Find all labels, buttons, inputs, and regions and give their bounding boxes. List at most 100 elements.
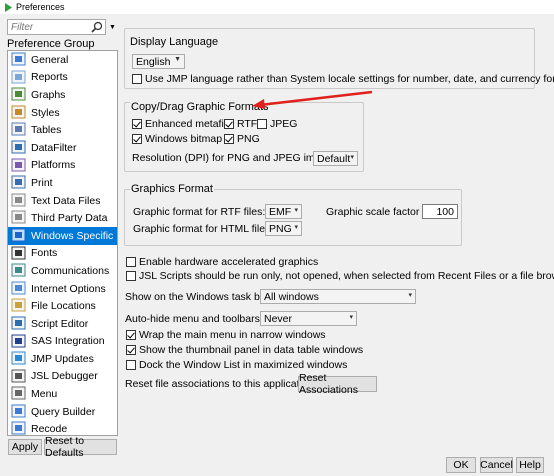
print-icon xyxy=(11,175,26,189)
windows-bitmap-checkbox[interactable] xyxy=(132,134,142,144)
png-label: PNG xyxy=(237,133,260,145)
autohide-select[interactable]: Never ▾ xyxy=(260,311,357,326)
menu-icon xyxy=(11,386,26,400)
sidebar-item-fonts[interactable]: Fonts xyxy=(8,245,117,263)
filter-box[interactable] xyxy=(7,19,106,35)
sidebar-item-label: File Locations xyxy=(31,300,96,313)
thumbnail-panel-checkbox[interactable] xyxy=(126,345,136,355)
dock-window-list-row[interactable]: Dock the Window List in maximized window… xyxy=(126,359,347,371)
rtf-row[interactable]: RTF xyxy=(224,118,257,130)
sidebar-item-graphs[interactable]: Graphs xyxy=(8,86,117,104)
apply-button[interactable]: Apply xyxy=(8,439,42,455)
sidebar-item-label: General xyxy=(31,53,69,66)
sidebar-item-communications[interactable]: Communications xyxy=(8,262,117,280)
resolution-value: Default xyxy=(317,152,351,165)
reset-associations-button[interactable]: Reset Associations xyxy=(298,372,377,396)
graphic-scale-input[interactable]: 100 xyxy=(422,204,458,219)
sidebar-item-file-locations[interactable]: File Locations xyxy=(8,297,117,315)
use-jmp-language-checkbox[interactable] xyxy=(132,74,142,84)
script-editor-icon xyxy=(11,316,26,330)
sidebar-item-label: Print xyxy=(31,176,53,189)
sidebar-item-query-builder[interactable]: Query Builder xyxy=(8,403,117,421)
dock-window-list-checkbox[interactable] xyxy=(126,360,136,370)
sidebar-item-sas-integration[interactable]: SAS Integration xyxy=(8,333,117,351)
sidebar-item-menu[interactable]: Menu xyxy=(8,385,117,403)
chevron-down-icon: ▼ xyxy=(109,23,116,31)
sidebar-item-styles[interactable]: Styles xyxy=(8,104,117,122)
autohide-value: Never xyxy=(264,312,293,325)
rtf-checkbox[interactable] xyxy=(224,119,234,129)
html-format-value: PNG xyxy=(269,222,292,235)
recode-icon xyxy=(11,421,26,435)
filter-input[interactable] xyxy=(8,20,86,34)
jmp-app-icon xyxy=(5,2,12,12)
preference-group-list[interactable]: General Reports Graphs Styles Tables DataFilt… xyxy=(7,50,118,436)
sidebar-item-label: Script Editor xyxy=(31,317,89,330)
taskbar-select[interactable]: All windows ▾ xyxy=(260,289,416,304)
enhanced-metafile-label: Enhanced metafile xyxy=(145,118,232,130)
thumbnail-panel-row[interactable]: Show the thumbnail panel in data table w… xyxy=(126,344,363,356)
rtf-format-select[interactable]: EMF ▾ xyxy=(265,204,302,219)
png-checkbox[interactable] xyxy=(224,134,234,144)
windows-bitmap-row[interactable]: Windows bitmap xyxy=(132,133,222,145)
chevron-down-icon: ▾ xyxy=(349,314,353,321)
taskbar-label: Show on the Windows task bar: xyxy=(125,291,273,303)
png-row[interactable]: PNG xyxy=(224,133,260,145)
sidebar-item-internet-options[interactable]: Internet Options xyxy=(8,280,117,298)
jsl-scripts-label: JSL Scripts should be run only, not open… xyxy=(139,270,554,282)
search-icon[interactable] xyxy=(91,21,103,33)
query-builder-icon xyxy=(11,404,26,418)
ok-button[interactable]: OK xyxy=(446,457,476,473)
sidebar-item-recode[interactable]: Recode xyxy=(8,420,117,435)
resolution-select[interactable]: Default ▾ xyxy=(313,151,358,166)
sidebar-item-general[interactable]: General xyxy=(8,51,117,69)
chevron-down-icon: ▾ xyxy=(294,207,298,214)
enhanced-metafile-checkbox[interactable] xyxy=(132,119,142,129)
wrap-menu-row[interactable]: Wrap the main menu in narrow windows xyxy=(126,329,326,341)
sidebar-item-third-party-data[interactable]: Third Party Data xyxy=(8,209,117,227)
sidebar-item-label: Menu xyxy=(31,388,58,401)
jpeg-checkbox[interactable] xyxy=(257,119,267,129)
display-language-title: Display Language xyxy=(130,36,219,48)
copy-drag-title: Copy/Drag Graphic Formats xyxy=(130,101,270,113)
sidebar-item-jsl-debugger[interactable]: JSL Debugger xyxy=(8,368,117,386)
enhanced-metafile-row[interactable]: Enhanced metafile xyxy=(132,118,232,130)
sidebar-item-label: Fonts xyxy=(31,247,58,260)
sidebar-item-tables[interactable]: Tables xyxy=(8,121,117,139)
jsl-scripts-checkbox[interactable] xyxy=(126,271,136,281)
display-language-select[interactable]: English ▼ xyxy=(132,54,185,69)
jsl-debugger-icon xyxy=(11,369,26,383)
autohide-label: Auto-hide menu and toolbars xyxy=(125,313,260,325)
sidebar-item-platforms[interactable]: Platforms xyxy=(8,157,117,175)
hw-accel-checkbox[interactable] xyxy=(126,257,136,267)
sidebar-item-label: Tables xyxy=(31,124,62,137)
use-jmp-language-checkbox-row[interactable]: Use JMP language rather than System loca… xyxy=(132,73,554,85)
cancel-button[interactable]: Cancel xyxy=(480,457,513,473)
jpeg-row[interactable]: JPEG xyxy=(257,118,297,130)
windows-specific-icon xyxy=(11,228,26,242)
hw-accel-row[interactable]: Enable hardware accelerated graphics xyxy=(126,256,318,268)
help-button[interactable]: Help xyxy=(516,457,544,473)
wrap-menu-checkbox[interactable] xyxy=(126,330,136,340)
sidebar-item-print[interactable]: Print xyxy=(8,174,117,192)
jsl-scripts-row[interactable]: JSL Scripts should be run only, not open… xyxy=(126,270,554,282)
html-format-select[interactable]: PNG ▾ xyxy=(265,221,302,236)
filter-options-dropdown[interactable]: ▼ xyxy=(107,19,118,35)
rtf-format-value: EMF xyxy=(269,205,292,218)
display-language-value: English xyxy=(136,55,171,68)
sidebar-item-windows-specific[interactable]: Windows Specific xyxy=(8,226,117,245)
sidebar-item-label: DataFilter xyxy=(31,141,77,154)
sidebar-item-jmp-updates[interactable]: JMP Updates xyxy=(8,350,117,368)
sidebar-item-label: JSL Debugger xyxy=(31,370,98,383)
sidebar-item-text-data-files[interactable]: Text Data Files xyxy=(8,192,117,210)
sidebar-item-reports[interactable]: Reports xyxy=(8,69,117,87)
datafilter-icon xyxy=(11,140,26,154)
sidebar-item-datafilter[interactable]: DataFilter xyxy=(8,139,117,157)
sas-integration-icon xyxy=(11,334,26,347)
hw-accel-label: Enable hardware accelerated graphics xyxy=(139,256,319,268)
sidebar-item-script-editor[interactable]: Script Editor xyxy=(8,315,117,333)
title-bar: Preferences xyxy=(0,0,554,14)
sidebar-item-label: Query Builder xyxy=(31,405,96,418)
styles-icon xyxy=(11,105,26,119)
reset-to-defaults-button[interactable]: Reset to Defaults xyxy=(44,435,117,459)
